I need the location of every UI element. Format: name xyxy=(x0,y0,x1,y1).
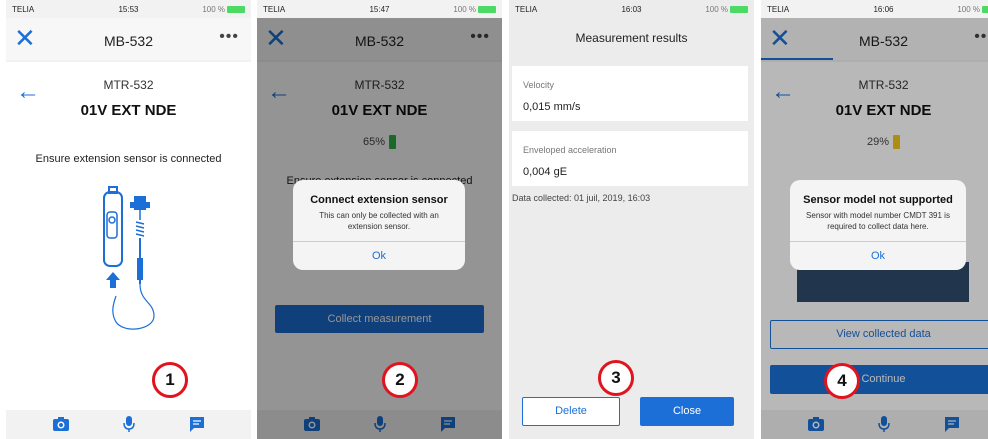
camera-icon[interactable] xyxy=(51,415,71,433)
screen-2: TELIA 15:47 100 % ✕ MB-532 ••• ← MTR-532… xyxy=(257,0,502,439)
result-value: 0,015 mm/s xyxy=(523,101,581,113)
battery-percent: 100 % xyxy=(705,5,728,14)
result-value: 0,004 gE xyxy=(523,166,568,178)
close-button[interactable]: Close xyxy=(640,397,734,426)
status-bar: TELIA 16:06 100 % xyxy=(761,0,988,18)
battery-icon xyxy=(730,6,748,14)
battery-percent: 100 % xyxy=(202,5,225,14)
status-bar: TELIA 15:53 100 % xyxy=(6,0,251,18)
screen-4: TELIA 16:06 100 % ✕ MB-532 ••• ← MTR-532… xyxy=(761,0,988,439)
battery-percent: 100 % xyxy=(957,5,980,14)
content: ← MTR-532 01V EXT NDE Ensure extension s… xyxy=(6,62,251,410)
instruction-text: Ensure extension sensor is connected xyxy=(35,153,222,165)
alert-message: This can only be collected with an exten… xyxy=(319,211,439,231)
more-options-icon[interactable]: ••• xyxy=(219,28,239,46)
screen-3: TELIA 16:03 100 % Measurement results Ve… xyxy=(509,0,754,439)
screen-1: TELIA 15:53 100 % ✕ MB-532 ••• ← MTR-532… xyxy=(6,0,251,439)
alert-ok-button[interactable]: Ok xyxy=(790,241,966,270)
status-bar: TELIA 15:47 100 % xyxy=(257,0,502,18)
battery-status: 100 % xyxy=(957,5,988,14)
clock: 16:06 xyxy=(873,5,894,14)
page-title: Measurement results xyxy=(575,31,688,45)
battery-percent: 100 % xyxy=(453,5,476,14)
battery-status: 100 % xyxy=(705,5,748,14)
battery-status: 100 % xyxy=(453,5,496,14)
data-collected-text: Data collected: 01 juil, 2019, 16:03 xyxy=(512,193,651,203)
alert-dialog: Connect extension sensor This can only b… xyxy=(293,180,465,270)
alert-title: Connect extension sensor xyxy=(310,194,448,206)
step-badge: 3 xyxy=(598,360,634,396)
alert-dialog: Sensor model not supported Sensor with m… xyxy=(790,180,966,270)
step-badge: 1 xyxy=(152,362,188,398)
tab-bar xyxy=(6,410,251,439)
device-name: MTR-532 xyxy=(103,78,154,92)
result-label: Velocity xyxy=(523,80,555,90)
point-name: 01V EXT NDE xyxy=(80,102,177,119)
battery-icon xyxy=(227,6,245,14)
result-card-enveloped-acceleration: Enveloped acceleration 0,004 gE xyxy=(512,131,748,186)
step-badge: 2 xyxy=(382,362,418,398)
step-badge: 4 xyxy=(824,363,860,399)
battery-status: 100 % xyxy=(202,5,245,14)
microphone-icon[interactable] xyxy=(119,415,139,433)
battery-icon xyxy=(478,6,496,14)
status-bar: TELIA 16:03 100 % xyxy=(509,0,754,18)
result-card-velocity: Velocity 0,015 mm/s xyxy=(512,66,748,121)
result-label: Enveloped acceleration xyxy=(523,145,617,155)
message-icon[interactable] xyxy=(187,415,207,433)
nav-title: MB-532 xyxy=(103,33,154,49)
delete-button[interactable]: Delete xyxy=(522,397,620,426)
battery-icon xyxy=(982,6,988,14)
alert-message: Sensor with model number CMDT 391 is req… xyxy=(806,211,950,231)
nav-bar: ✕ MB-532 ••• xyxy=(6,18,251,60)
alert-title: Sensor model not supported xyxy=(803,194,953,206)
alert-ok-button[interactable]: Ok xyxy=(293,241,465,270)
extension-sensor-illustration-icon xyxy=(103,186,155,330)
